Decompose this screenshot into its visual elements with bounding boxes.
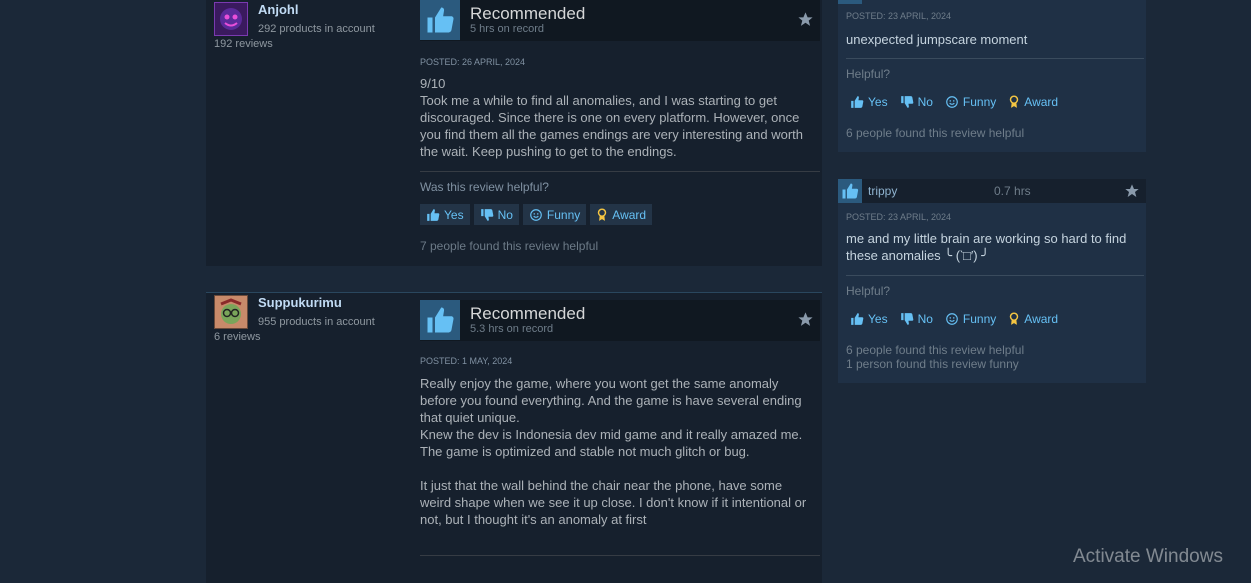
vote-yes-label: Yes	[444, 207, 464, 222]
award-label: Award	[1024, 94, 1059, 109]
vote-yes-button[interactable]: Yes	[420, 204, 470, 225]
award-label: Award	[1024, 311, 1059, 326]
vote-no-label: No	[917, 311, 933, 326]
award-button[interactable]: Award	[1004, 308, 1062, 329]
found-funny-count: 1 person found this review funny	[846, 357, 1019, 371]
review-content: 9/10 Took me a while to find all anomali…	[420, 76, 803, 159]
reviews-count[interactable]: 6 reviews	[214, 331, 260, 343]
thumbs-down-icon	[900, 312, 913, 325]
star-icon[interactable]	[797, 11, 814, 28]
vote-funny-button[interactable]: Funny	[941, 308, 1000, 329]
vote-yes-button[interactable]: Yes	[846, 91, 892, 112]
author-name[interactable]: Anjohl	[258, 2, 298, 17]
review-card: Suppukurimu 955 products in account 6 re…	[206, 292, 822, 583]
vote-no-label: No	[917, 94, 933, 109]
side-review-card: POSTED: 23 APRIL, 2024 unexpected jumpsc…	[838, 0, 1146, 152]
activate-windows-watermark: Activate Windows	[1073, 546, 1223, 567]
vote-no-label: No	[497, 207, 513, 222]
thumbs-up-icon	[838, 179, 862, 203]
divider	[846, 58, 1144, 59]
divider	[846, 275, 1144, 276]
review-verdict: Recommended	[470, 4, 586, 23]
reviews-count[interactable]: 192 reviews	[214, 38, 273, 50]
helpful-question: Was this review helpful?	[420, 180, 549, 194]
vote-yes-label: Yes	[868, 94, 888, 109]
smiley-icon	[946, 95, 958, 108]
vote-header[interactable]: Recommended 5.3 hrs on record	[420, 300, 820, 341]
review-hours: 5.3 hrs on record	[470, 323, 554, 335]
found-helpful-count: 7 people found this review helpful	[420, 239, 599, 253]
found-helpful-count: 6 people found this review helpful	[846, 343, 1025, 357]
helpful-question: Helpful?	[846, 67, 891, 81]
thumbs-up-icon	[420, 300, 460, 340]
author-name[interactable]: Suppukurimu	[258, 295, 342, 310]
side-review-card: trippy 0.7 hrs POSTED: 23 APRIL, 2024 me…	[838, 179, 1146, 383]
vote-buttons: Yes No Funny Award	[846, 308, 1062, 329]
thumbs-up-icon	[851, 312, 864, 325]
vote-no-button[interactable]: No	[896, 91, 937, 112]
helpful-question: Helpful?	[846, 284, 891, 298]
smiley-icon	[530, 208, 542, 221]
review-card: Anjohl 292 products in account 192 revie…	[206, 0, 822, 266]
thumbs-up-icon	[420, 0, 460, 40]
review-hours: 5 hrs on record	[470, 23, 544, 35]
review-posted-date: POSTED: 23 APRIL, 2024	[846, 11, 952, 21]
review-verdict: Recommended	[470, 304, 586, 323]
star-icon[interactable]	[797, 311, 814, 328]
award-ribbon-icon	[1010, 94, 1019, 108]
vote-buttons: Yes No Funny Award	[846, 91, 1062, 112]
vote-funny-button[interactable]: Funny	[941, 91, 1000, 112]
review-hours: 0.7 hrs	[994, 184, 1031, 198]
found-helpful-count: 6 people found this review helpful	[846, 126, 1025, 140]
vote-funny-label: Funny	[962, 311, 997, 326]
products-count[interactable]: 955 products in account	[258, 316, 375, 328]
award-ribbon-icon	[1010, 311, 1019, 325]
thumbs-down-icon	[480, 208, 493, 221]
award-button[interactable]: Award	[1004, 91, 1062, 112]
vote-header[interactable]: Recommended 5 hrs on record	[420, 0, 820, 41]
smiley-icon	[946, 312, 958, 325]
star-icon[interactable]	[1124, 183, 1140, 199]
thumbs-down-icon	[900, 95, 913, 108]
thumbs-up-icon	[427, 208, 440, 221]
avatar[interactable]	[214, 295, 248, 329]
side-review-header[interactable]: trippy 0.7 hrs	[838, 179, 1146, 203]
review-content: unexpected jumpscare moment	[846, 32, 1028, 47]
review-posted-date: POSTED: 1 MAY, 2024	[420, 356, 513, 366]
vote-funny-label: Funny	[962, 94, 997, 109]
review-content: me and my little brain are working so ha…	[846, 231, 1127, 263]
review-posted-date: POSTED: 26 APRIL, 2024	[420, 57, 526, 67]
award-label: Award	[612, 207, 647, 222]
award-button[interactable]: Award	[590, 204, 653, 225]
products-count[interactable]: 292 products in account	[258, 23, 375, 35]
author-name[interactable]: trippy	[868, 184, 897, 198]
vote-funny-button[interactable]: Funny	[522, 204, 587, 225]
avatar[interactable]	[214, 2, 248, 36]
divider	[420, 555, 820, 556]
vote-buttons: Yes No Funny Award	[420, 204, 653, 225]
review-posted-date: POSTED: 23 APRIL, 2024	[846, 212, 952, 222]
review-content: Really enjoy the game, where you wont ge…	[420, 376, 807, 527]
vote-no-button[interactable]: No	[473, 204, 519, 225]
thumbs-up-icon	[838, 0, 862, 4]
vote-yes-button[interactable]: Yes	[846, 308, 892, 329]
vote-no-button[interactable]: No	[896, 308, 937, 329]
award-ribbon-icon	[598, 207, 607, 221]
vote-funny-label: Funny	[546, 207, 581, 222]
vote-yes-label: Yes	[868, 311, 888, 326]
thumbs-up-icon	[851, 95, 864, 108]
divider	[420, 171, 820, 172]
